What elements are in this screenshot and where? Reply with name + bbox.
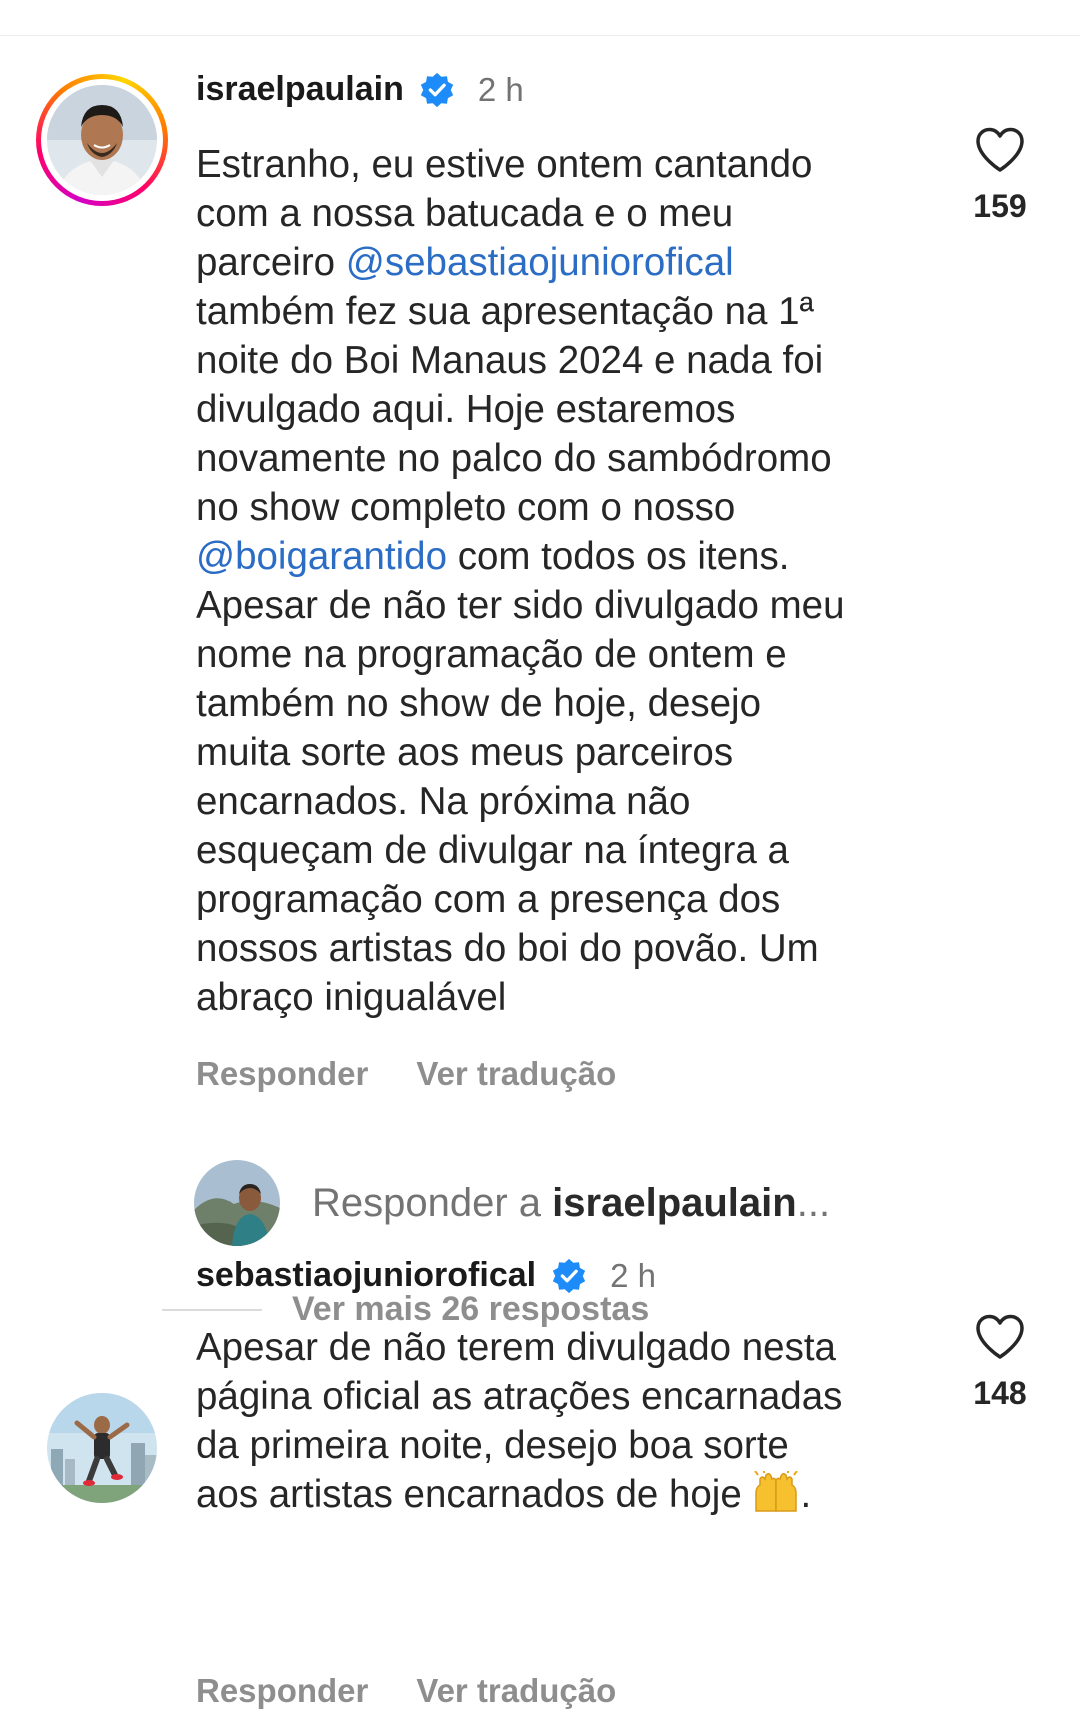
verified-badge-icon — [420, 72, 454, 107]
like-column: 159 — [955, 126, 1045, 225]
comment-time: 2 h — [610, 1256, 656, 1294]
comment-actions: Responder Ver tradução — [196, 1672, 664, 1710]
mention-link[interactable]: @sebastiaojuniorofical — [346, 241, 734, 284]
comment-time: 2 h — [477, 70, 524, 108]
heart-icon[interactable] — [974, 1313, 1026, 1361]
comment-actions: Responder Ver tradução — [196, 1055, 664, 1093]
comment-text: Apesar de não terem divulgado nesta pági… — [196, 1326, 843, 1516]
reply-button[interactable]: Responder — [196, 1672, 368, 1710]
translate-button[interactable]: Ver tradução — [416, 1055, 616, 1093]
like-count: 148 — [973, 1375, 1027, 1411]
replies-divider-line — [162, 1308, 262, 1311]
comment-header: sebastiaojuniorofical 2 h — [196, 1256, 656, 1295]
like-column: 148 — [955, 1313, 1045, 1412]
comment-username[interactable]: sebastiaojuniorofical — [196, 1256, 536, 1295]
heart-icon[interactable] — [974, 126, 1026, 174]
like-count: 159 — [973, 188, 1027, 224]
comment-header: israelpaulain 2 h — [196, 70, 524, 109]
raising-hands-icon — [754, 1471, 799, 1512]
translate-button[interactable]: Ver tradução — [416, 1672, 616, 1710]
reply-input[interactable]: Responder a israelpaulain... — [312, 1181, 830, 1226]
avatar-sebastiaojuniorofical[interactable] — [47, 1393, 157, 1503]
mention-link[interactable]: @boigarantido — [196, 535, 447, 578]
verified-badge-icon — [552, 1258, 586, 1293]
current-user-avatar — [194, 1160, 280, 1246]
comment-text: Estranho, eu estive ontem cantando com a… — [196, 143, 845, 1019]
avatar-israelpaulain[interactable] — [47, 85, 157, 195]
top-divider — [0, 35, 1080, 36]
reply-button[interactable]: Responder — [196, 1055, 368, 1093]
comment-username[interactable]: israelpaulain — [196, 70, 404, 109]
